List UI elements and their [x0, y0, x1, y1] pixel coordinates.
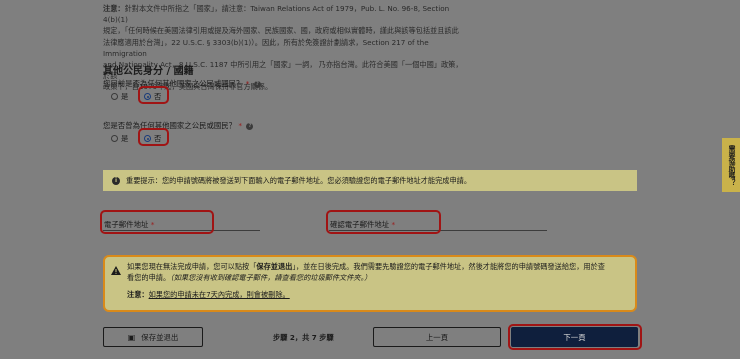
warning-note-text: 如果您的申請未在7天內完成，則會被刪除。	[148, 290, 290, 299]
highlight-box	[138, 128, 169, 146]
info-icon: i	[112, 176, 120, 185]
help-icon[interactable]: ?	[253, 80, 261, 88]
save-and-exit-button[interactable]: ▣ 保存並退出	[103, 327, 203, 347]
radio-label: 是	[121, 134, 129, 143]
note-line-1: 針對本文件中所指之「國家」，請注意：Taiwan Relations Act o…	[103, 4, 450, 25]
section-title: 其他公民身分 / 國籍	[103, 66, 194, 77]
application-page: 注意：針對本文件中所指之「國家」，請注意：Taiwan Relations Ac…	[0, 0, 740, 359]
help-icon[interactable]: ?	[246, 122, 254, 130]
required-marker: *	[245, 79, 250, 88]
question-current-citizenship: 您目前是否為任何其他國家之公民或國民？ * ?	[103, 78, 261, 89]
save-exit-inline: 保存並退出	[256, 262, 293, 271]
warning-text: 如果您現在無法完成申請，您可以點按「保存並退出」，並在日後完成。我們需要先驗證您…	[127, 262, 605, 299]
note-label: 注意：	[103, 4, 125, 13]
spam-hint: （如果您沒有收到確認電子郵件，請查看您的垃圾郵件文件夾。）	[170, 273, 372, 282]
question-label: 您是否曾為任何其他國家之公民或國民？	[103, 121, 237, 130]
note-line-2: 規定，「任何時候在美國法律引用或提及海外國家、民族國家、國，政府或相似實體時，謹…	[103, 26, 459, 36]
warning-banner: 如果您現在無法完成申請，您可以點按「保存並退出」，並在日後完成。我們需要先驗證您…	[103, 255, 637, 312]
question-former-citizenship: 您是否曾為任何其他國家之公民或國民？ * ?	[103, 120, 254, 131]
radio-circle-icon	[111, 93, 118, 100]
previous-button[interactable]: 上一頁	[373, 327, 501, 347]
save-button-label: 保存並退出	[141, 332, 179, 342]
info-text: 重要提示：您的申請號碼將被發送到下面輸入的電子郵件地址。您必須驗證您的電子郵件地…	[126, 175, 472, 185]
save-icon: ▣	[127, 332, 136, 342]
important-info-banner: i 重要提示：您的申請號碼將被發送到下面輸入的電子郵件地址。您必須驗證您的電子郵…	[103, 170, 637, 191]
highlight-box	[100, 210, 214, 234]
radio-label: 是	[121, 92, 129, 101]
highlight-box	[138, 86, 169, 104]
step-indicator: 步驟 2，共 7 步驟	[273, 333, 334, 342]
note-line-3: 法律應適用於台灣」，22 U.S.C. § 3303(b)(1)）。因此，所有於…	[103, 37, 429, 58]
required-marker: *	[238, 121, 243, 130]
warning-note-label: 注意：	[127, 290, 149, 299]
question-label: 您目前是否為任何其他國家之公民或國民？	[103, 79, 244, 88]
highlight-box	[326, 210, 441, 234]
radio-q1-yes[interactable]: 是	[111, 91, 128, 102]
radio-q2-yes[interactable]: 是	[111, 133, 128, 144]
help-tab[interactable]: 需要協助嗎？	[722, 138, 740, 192]
radio-circle-icon	[111, 135, 118, 142]
highlight-box	[508, 324, 642, 350]
warning-icon	[111, 266, 121, 278]
